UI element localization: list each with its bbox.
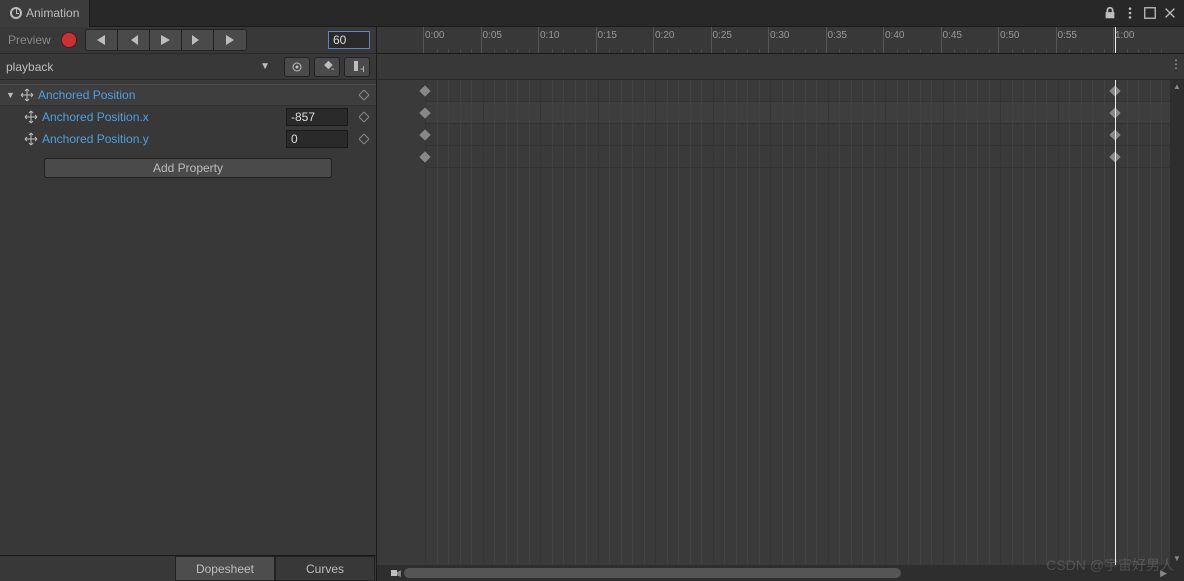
property-value-input[interactable] (286, 130, 348, 148)
next-frame-button[interactable] (182, 30, 214, 50)
filter-selection-button[interactable] (284, 57, 310, 77)
tab-dopesheet[interactable]: Dopesheet (175, 556, 275, 581)
timeline-ruler[interactable]: 0:00 0:05 0:10 0:15 0:20 0:25 0:30 0:35 0:40 0:45… (377, 27, 1184, 54)
ruler-tick: 0:20 (655, 30, 674, 41)
panel-menu-icon[interactable]: ⋮ (1170, 57, 1182, 71)
keyframe-indicator-icon[interactable] (358, 111, 370, 123)
ruler-tick: 0:05 (483, 30, 502, 41)
add-keyframe-button[interactable]: + (314, 57, 340, 77)
recttransform-icon (20, 88, 34, 102)
ruler-tick: 0:15 (598, 30, 617, 41)
last-frame-button[interactable] (214, 30, 246, 50)
watermark-text: CSDN @宇宙好男人 (1046, 555, 1174, 575)
dopesheet-area[interactable] (377, 80, 1184, 565)
event-track[interactable] (377, 54, 1184, 80)
frame-input[interactable] (328, 31, 370, 49)
scroll-up-icon[interactable]: ▲ (1173, 82, 1181, 91)
property-row-y[interactable]: Anchored Position.y (0, 128, 376, 150)
ruler-tick: 0:35 (828, 30, 847, 41)
property-value-input[interactable] (286, 108, 348, 126)
tab-curves[interactable]: Curves (275, 556, 375, 581)
svg-text:+: + (331, 62, 334, 74)
ruler-tick: 0:45 (943, 30, 962, 41)
close-icon[interactable] (1160, 3, 1180, 23)
tab-animation[interactable]: Animation (0, 0, 90, 27)
property-row-x[interactable]: Anchored Position.x (0, 106, 376, 128)
scroll-left-icon[interactable]: ◀ (391, 568, 404, 579)
keyframe-indicator-icon[interactable] (358, 133, 370, 145)
ruler-tick: 0:55 (1058, 30, 1077, 41)
vertical-scrollbar[interactable]: ▲ ▼ (1170, 80, 1184, 565)
clip-dropdown[interactable]: playback (6, 60, 260, 74)
property-row-parent[interactable]: ▼ Anchored Position (0, 84, 376, 106)
menu-icon[interactable] (1120, 3, 1140, 23)
maximize-icon[interactable] (1140, 3, 1160, 23)
first-frame-button[interactable] (86, 30, 118, 50)
keyframe-indicator-icon[interactable] (358, 89, 370, 101)
play-button[interactable] (150, 30, 182, 50)
ruler-tick: 0:25 (713, 30, 732, 41)
clock-icon (10, 7, 22, 19)
tab-title: Animation (26, 6, 79, 20)
lock-icon[interactable] (1100, 3, 1120, 23)
recttransform-icon (24, 110, 38, 124)
dropdown-arrow-icon: ▼ (260, 61, 270, 72)
add-property-button[interactable]: Add Property (44, 158, 332, 178)
record-button[interactable] (61, 32, 77, 48)
property-label: Anchored Position.y (42, 132, 282, 146)
property-label: Anchored Position (38, 88, 348, 102)
recttransform-icon (24, 132, 38, 146)
ruler-tick: 0:10 (540, 30, 559, 41)
property-label: Anchored Position.x (42, 110, 282, 124)
ruler-tick: 0:50 (1000, 30, 1019, 41)
playhead[interactable] (1115, 27, 1116, 54)
ruler-tick: 1:00 (1115, 30, 1134, 41)
playhead[interactable] (1115, 80, 1116, 565)
svg-text:+: + (360, 62, 364, 74)
scrollbar-thumb[interactable] (404, 568, 901, 578)
ruler-tick: 0:30 (770, 30, 789, 41)
preview-button[interactable]: Preview (2, 33, 57, 47)
add-event-button[interactable]: + (344, 57, 370, 77)
scroll-down-icon[interactable]: ▼ (1173, 554, 1181, 563)
prev-frame-button[interactable] (118, 30, 150, 50)
ruler-tick: 0:40 (885, 30, 904, 41)
fold-arrow-icon[interactable]: ▼ (6, 90, 16, 100)
ruler-tick: 0:00 (425, 30, 444, 41)
